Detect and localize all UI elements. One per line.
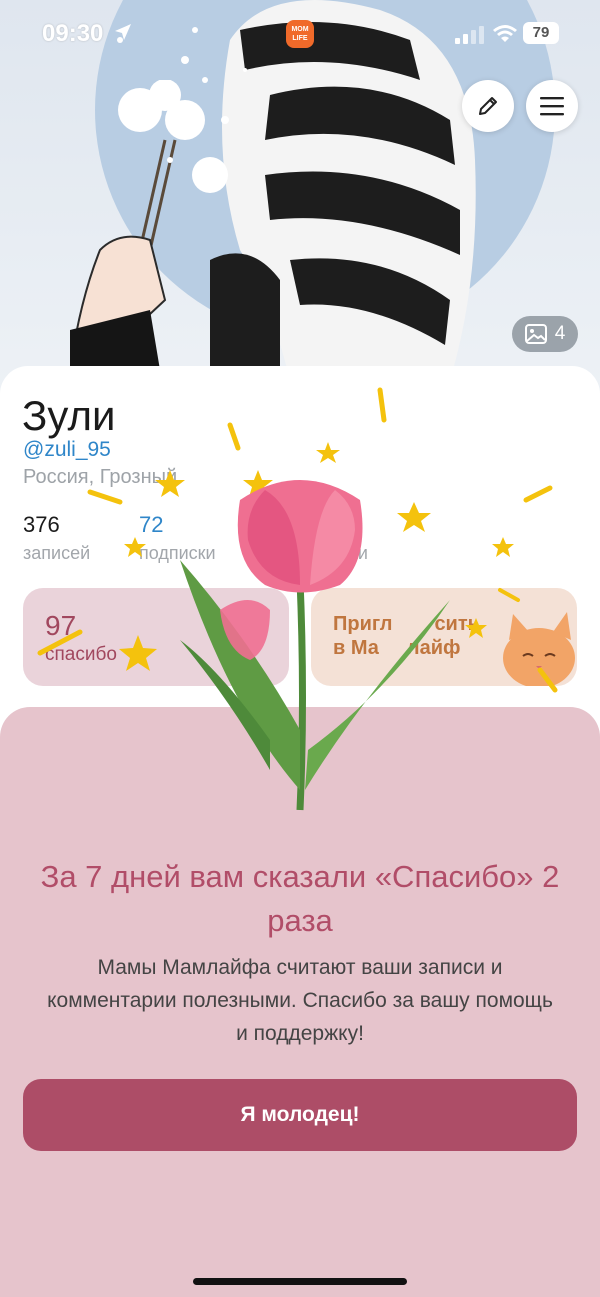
hamburger-icon xyxy=(540,97,564,116)
profile-cover-image xyxy=(0,0,600,420)
tulip-illustration xyxy=(180,480,450,811)
home-indicator[interactable] xyxy=(193,1278,407,1285)
posts-label: записей xyxy=(23,543,91,563)
location-arrow-icon xyxy=(115,24,131,40)
profile-handle[interactable]: @zuli_95 xyxy=(23,438,111,462)
kitten-illustration xyxy=(503,612,575,686)
sheet-description: Мамы Мамлайфа считают ваши записи и комм… xyxy=(47,956,553,1045)
status-time: 09:30 xyxy=(42,20,104,47)
thanks-label: спасибо xyxy=(45,644,117,665)
battery-indicator: 79 xyxy=(523,22,559,44)
edit-profile-button[interactable] xyxy=(462,80,514,132)
status-bar: 09:30 MOM LIFE 79 xyxy=(0,18,600,52)
pencil-icon xyxy=(479,97,497,115)
image-icon xyxy=(524,324,547,344)
sheet-title: За 7 дней вам сказали «Спасибо» 2 раза xyxy=(40,859,560,938)
flower-hand-illustration xyxy=(70,80,228,370)
thanks-count: 97 xyxy=(45,610,77,641)
app-logo-icon: MOM LIFE xyxy=(286,20,314,48)
cellular-signal-icon xyxy=(455,26,484,44)
photos-count: 4 xyxy=(554,323,566,344)
i-did-well-button[interactable]: Я молодец! xyxy=(23,1079,577,1151)
profile-name: Зули xyxy=(22,392,116,439)
photos-count-badge[interactable]: 4 xyxy=(512,316,578,352)
wifi-icon xyxy=(493,25,517,42)
hijab-illustration xyxy=(210,0,476,380)
profile-location: Россия, Грозный xyxy=(23,466,178,488)
posts-count[interactable]: 376 xyxy=(23,512,60,538)
menu-button[interactable] xyxy=(526,80,578,132)
